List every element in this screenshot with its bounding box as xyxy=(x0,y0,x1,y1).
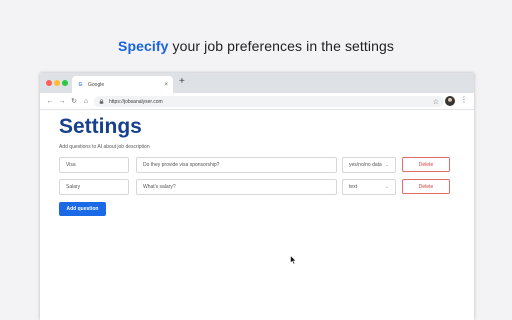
browser-window: G Google × + ← → ↻ ⌂ https://jobsanalyse… xyxy=(40,73,474,320)
new-tab-button[interactable]: + xyxy=(179,76,185,87)
address-bar[interactable]: https://jobsanalyser.com ☆ xyxy=(94,96,444,107)
chevron-down-icon: ⌄ xyxy=(384,162,389,168)
url-text: https://jobsanalyser.com xyxy=(109,98,163,105)
browser-toolbar: ← → ↻ ⌂ https://jobsanalyser.com ☆ ⋮ xyxy=(40,93,474,110)
google-favicon-icon: G xyxy=(78,81,83,88)
add-question-button[interactable]: Add question xyxy=(59,202,106,216)
page-content: Settings Add questions to AI about job d… xyxy=(40,111,474,320)
profile-avatar[interactable] xyxy=(445,96,455,106)
promo-headline: Specify your job preferences in the sett… xyxy=(0,38,512,54)
answer-type-select[interactable]: yes/no/no data ⌄ xyxy=(342,157,396,173)
forward-icon[interactable]: → xyxy=(56,98,68,105)
delete-button[interactable]: Delete xyxy=(402,157,450,172)
kebab-menu-icon[interactable]: ⋮ xyxy=(460,95,468,104)
question-text-input[interactable]: Do they provide visa sponsorship? xyxy=(136,157,337,173)
question-name-input[interactable]: Visa xyxy=(59,157,129,173)
answer-type-value: yes/no/no data xyxy=(349,162,382,168)
back-icon[interactable]: ← xyxy=(44,98,56,105)
tab-close-icon[interactable]: × xyxy=(164,82,168,88)
star-icon[interactable]: ☆ xyxy=(433,98,439,106)
page-title: Settings xyxy=(59,115,142,138)
window-maximize-dot[interactable] xyxy=(62,80,68,86)
tab-title: Google xyxy=(88,81,105,88)
page-subtitle: Add questions to AI about job descriptio… xyxy=(59,144,150,150)
tab-bar: G Google × + xyxy=(40,73,474,93)
headline-accent: Specify xyxy=(118,38,169,54)
window-minimize-dot[interactable] xyxy=(54,80,60,86)
mouse-cursor-icon xyxy=(290,255,297,265)
home-icon[interactable]: ⌂ xyxy=(80,98,92,105)
headline-text: your job preferences in the settings xyxy=(168,38,394,54)
browser-tab[interactable]: G Google × xyxy=(72,76,173,93)
answer-type-select[interactable]: text ⌄ xyxy=(342,179,396,195)
window-close-dot[interactable] xyxy=(46,80,52,86)
reload-icon[interactable]: ↻ xyxy=(68,97,80,105)
delete-button[interactable]: Delete xyxy=(402,179,450,194)
lock-icon xyxy=(99,99,104,104)
question-name-input[interactable]: Salary xyxy=(59,179,129,195)
question-text-input[interactable]: What's salary? xyxy=(136,179,337,195)
chevron-down-icon: ⌄ xyxy=(384,184,389,190)
answer-type-value: text xyxy=(349,184,358,190)
